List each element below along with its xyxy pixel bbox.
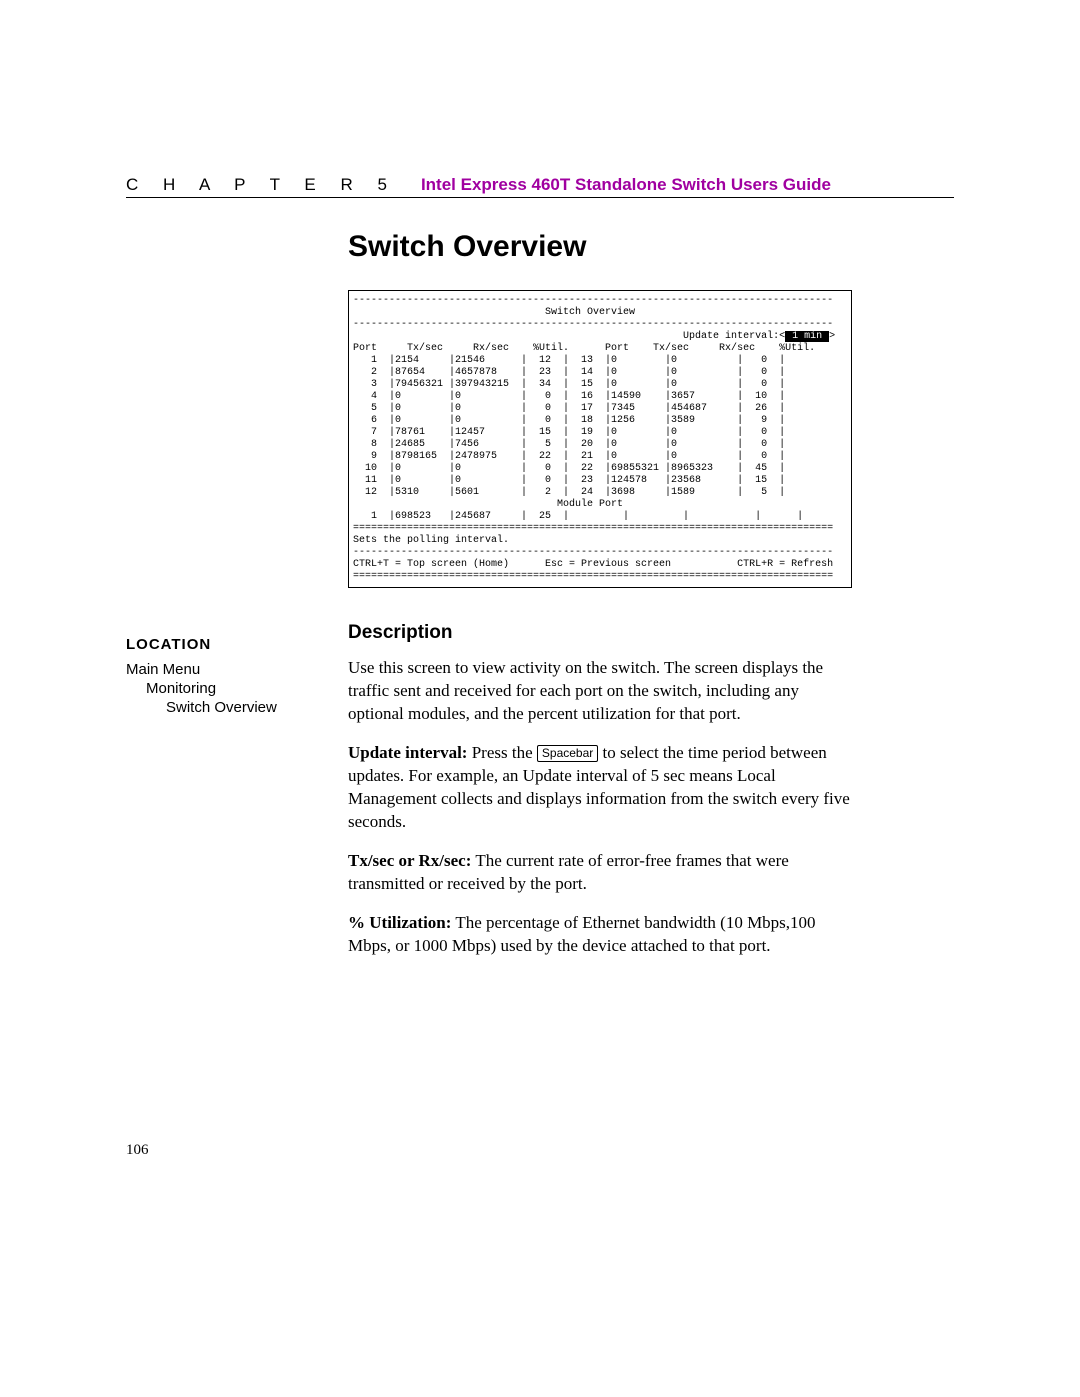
location-heading: Location <box>126 636 326 653</box>
update-interval-label: Update interval: <box>348 743 467 762</box>
location-level-2: Monitoring <box>146 680 326 697</box>
description-paragraph-3: Tx/sec or Rx/sec: The current rate of er… <box>348 849 858 895</box>
txrx-label: Tx/sec or Rx/sec: <box>348 851 471 870</box>
description-heading: Description <box>348 622 858 644</box>
description-paragraph-4: % Utilization: The percentage of Etherne… <box>348 911 858 957</box>
text: Press the <box>467 743 536 762</box>
page-header: C H A P T E R 5 Intel Express 460T Stand… <box>126 175 954 198</box>
section-title: Switch Overview <box>348 230 586 264</box>
location-sidebar: Location Main Menu Monitoring Switch Ove… <box>126 636 326 716</box>
chapter-label: C H A P T E R 5 <box>126 175 397 195</box>
spacebar-key: Spacebar <box>537 745 598 762</box>
description-paragraph-1: Use this screen to view activity on the … <box>348 656 858 725</box>
utilization-label: % Utilization: <box>348 913 451 932</box>
document-title: Intel Express 460T Standalone Switch Use… <box>421 175 831 195</box>
description-section: Description Use this screen to view acti… <box>348 622 858 973</box>
location-level-1: Main Menu <box>126 661 326 678</box>
description-paragraph-2: Update interval: Press the Spacebar to s… <box>348 741 858 833</box>
terminal-screenshot: ----------------------------------------… <box>348 290 852 588</box>
location-level-3: Switch Overview <box>166 699 326 716</box>
page-number: 106 <box>126 1142 149 1159</box>
